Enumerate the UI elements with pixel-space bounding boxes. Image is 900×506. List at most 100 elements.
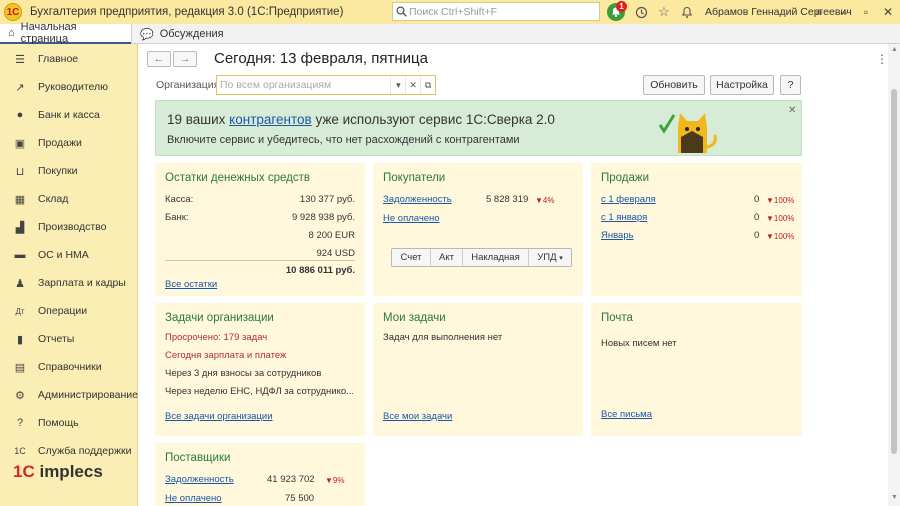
sidebar-item-assets[interactable]: ▬ ОС и НМА: [0, 245, 138, 265]
invoice-button[interactable]: Счет: [392, 249, 431, 266]
scroll-down-icon[interactable]: ▼: [891, 494, 898, 501]
sidebar-item-salary[interactable]: ♟ Зарплата и кадры: [0, 273, 138, 293]
sidebar: ☰ Главное ↗ Руководителю ● Банк и касса ▣ Пр…: [0, 44, 138, 506]
sales-row-delta: ▼100%: [766, 232, 795, 241]
divider: [165, 260, 355, 261]
sales-row-link[interactable]: с 1 февраля: [601, 194, 656, 205]
banner-close-icon[interactable]: ✕: [788, 105, 796, 116]
refresh-button[interactable]: Обновить: [643, 75, 705, 95]
bar-chart-icon: ▮: [16, 333, 24, 346]
sidebar-item-support[interactable]: 1С Служба поддержки: [0, 441, 138, 461]
dropdown-arrow-icon: ▾: [559, 254, 563, 262]
sidebar-item-catalogs[interactable]: ▤ Справочники: [0, 357, 138, 377]
history-icon[interactable]: [632, 3, 650, 21]
tab-home[interactable]: ⌂ Начальная страница: [0, 21, 131, 45]
overdue-tasks[interactable]: Просрочено: 179 задач: [165, 332, 267, 343]
clear-icon[interactable]: ✕: [405, 76, 420, 94]
operations-icon: Дт: [15, 306, 25, 316]
logo-1c: 1С: [13, 462, 35, 481]
maximize-icon[interactable]: ▫: [857, 3, 875, 21]
suppliers-debt-link[interactable]: Задолженность: [165, 474, 234, 485]
warehouse-icon: ▦: [14, 193, 26, 206]
settings-button[interactable]: Настройка: [710, 75, 774, 95]
forward-button[interactable]: →: [173, 51, 197, 67]
cash-label: Касса:: [165, 194, 194, 205]
sales-title: Продажи: [601, 172, 650, 184]
search-input[interactable]: [409, 5, 589, 18]
all-my-tasks-link[interactable]: Все мои задачи: [383, 411, 452, 422]
favorites-star-icon[interactable]: ☆: [655, 3, 673, 21]
org-tasks-card: Задачи организации Просрочено: 179 задач…: [155, 303, 365, 436]
user-name[interactable]: Абрамов Геннадий Сергеевич: [705, 6, 852, 18]
sidebar-item-main[interactable]: ☰ Главное: [0, 49, 138, 69]
today-task[interactable]: Сегодня зарплата и платеж: [165, 350, 286, 361]
org-label: Организация:: [156, 79, 223, 91]
scrollbar-thumb[interactable]: [891, 89, 897, 454]
sales-row-value: 0: [754, 194, 760, 205]
bank-value-rub: 9 928 938 руб.: [291, 212, 355, 223]
sidebar-item-director[interactable]: ↗ Руководителю: [0, 77, 138, 97]
sidebar-item-label: Склад: [38, 193, 69, 205]
all-balances-link[interactable]: Все остатки: [165, 279, 217, 290]
sidebar-item-purchases[interactable]: ⊔ Покупки: [0, 161, 138, 181]
back-button[interactable]: ←: [147, 51, 171, 67]
global-search[interactable]: [392, 2, 600, 21]
task-item[interactable]: Через неделю ЕНС, НДФЛ за сотруднико...: [165, 386, 354, 397]
hamburger-menu-icon[interactable]: ≡: [810, 3, 828, 21]
task-item[interactable]: Через 3 дня взносы за сотрудников: [165, 368, 321, 379]
sidebar-item-sales[interactable]: ▣ Продажи: [0, 133, 138, 153]
implecs-logo: 1С implecs: [13, 462, 103, 482]
page-title: Сегодня: 13 февраля, пятница: [214, 50, 428, 67]
scroll-up-icon[interactable]: ▲: [891, 46, 898, 53]
suppliers-unpaid-link[interactable]: Не оплачено: [165, 493, 222, 504]
menu-icon: ☰: [15, 53, 25, 66]
cash-value: 130 377 руб.: [299, 194, 355, 205]
all-org-tasks-link[interactable]: Все задачи организации: [165, 411, 273, 422]
buyers-title: Покупатели: [383, 172, 446, 184]
bell-icon[interactable]: [678, 3, 696, 21]
sales-row-delta: ▼100%: [766, 214, 795, 223]
sales-row-link[interactable]: Январь: [601, 230, 634, 241]
act-button[interactable]: Акт: [431, 249, 463, 266]
open-icon[interactable]: ⧉: [420, 76, 435, 94]
sidebar-item-admin[interactable]: ⚙ Администрирование: [0, 385, 138, 405]
all-mail-link[interactable]: Все письма: [601, 409, 652, 420]
buyers-debt-link[interactable]: Задолженность: [383, 194, 452, 205]
waybill-button[interactable]: Накладная: [463, 249, 529, 266]
minimize-icon[interactable]: –: [835, 3, 853, 21]
sidebar-item-help[interactable]: ? Помощь: [0, 413, 138, 433]
dropdown-arrow-icon[interactable]: ▾: [390, 76, 405, 94]
org-tasks-title: Задачи организации: [165, 312, 274, 324]
mail-title: Почта: [601, 312, 633, 324]
upd-button[interactable]: УПД ▾: [529, 249, 571, 266]
suppliers-unpaid-value: 75 500: [285, 493, 315, 504]
sidebar-item-bank[interactable]: ● Банк и касса: [0, 105, 138, 125]
counterparties-link[interactable]: контрагентов: [229, 112, 312, 127]
vertical-scrollbar[interactable]: ▲ ▼: [888, 44, 900, 506]
sidebar-item-operations[interactable]: Дт Операции: [0, 301, 138, 321]
buyers-unpaid-link[interactable]: Не оплачено: [383, 213, 440, 224]
bank-value-usd: 924 USD: [316, 248, 355, 259]
sidebar-item-reports[interactable]: ▮ Отчеты: [0, 329, 138, 349]
book-icon: ▤: [14, 361, 26, 374]
sidebar-item-production[interactable]: ▟ Производство: [0, 217, 138, 237]
cat-mascot-icon: [658, 113, 717, 153]
person-icon: ♟: [15, 277, 25, 290]
app-logo-icon[interactable]: 1C: [4, 3, 22, 21]
sales-row-delta: ▼100%: [766, 196, 795, 205]
tab-discussions-label: Обсуждения: [159, 28, 224, 40]
tab-discussions[interactable]: 💬 Обсуждения: [131, 24, 231, 44]
cash-title: Остатки денежных средств: [165, 172, 310, 184]
close-window-icon[interactable]: ✕: [879, 3, 897, 21]
organization-select[interactable]: ▾ ✕ ⧉: [216, 75, 436, 95]
sales-row-value: 0: [754, 230, 760, 241]
sales-row-link[interactable]: с 1 января: [601, 212, 647, 223]
more-options-icon[interactable]: ⋮: [876, 52, 888, 66]
organization-input[interactable]: [220, 79, 391, 91]
help-button[interactable]: ?: [780, 75, 801, 95]
cash-total: 10 886 011 руб.: [285, 265, 355, 276]
sidebar-item-warehouse[interactable]: ▦ Склад: [0, 189, 138, 209]
truck-icon: ▬: [14, 249, 26, 261]
sidebar-item-label: Справочники: [38, 361, 102, 373]
my-tasks-card: Мои задачи Задач для выполнения нет Все …: [373, 303, 583, 436]
